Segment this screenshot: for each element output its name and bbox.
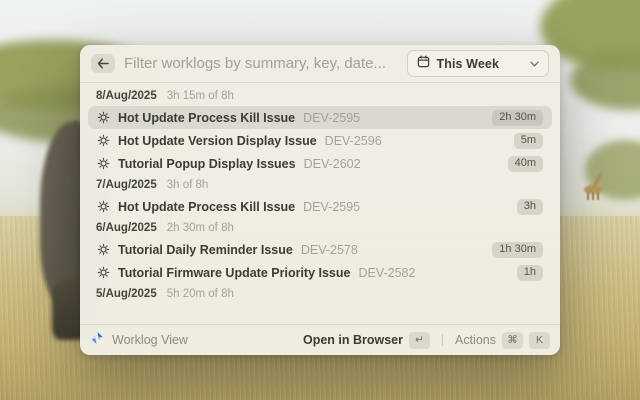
screen: This Week 8/Aug/2025 3h 15m of 8h Hot Up… (0, 0, 640, 400)
section-total: 3h 15m of 8h (166, 90, 234, 102)
app-name: Worklog View (112, 333, 188, 347)
section-date: 5/Aug/2025 (96, 288, 157, 300)
issue-title: Tutorial Firmware Update Priority Issue (118, 265, 351, 280)
issue-key: DEV-2582 (358, 265, 416, 280)
bug-icon (97, 200, 110, 213)
period-dropdown[interactable]: This Week (406, 50, 549, 77)
back-button[interactable] (91, 54, 115, 73)
section-date: 6/Aug/2025 (96, 222, 157, 234)
command-key-icon: ⌘ (502, 331, 523, 349)
panel-footer: Worklog View Open in Browser ↵ Actions ⌘… (80, 324, 560, 355)
duration-badge: 1h (516, 264, 543, 281)
issue-title: Tutorial Daily Reminder Issue (118, 242, 293, 257)
section-total: 3h of 8h (166, 179, 209, 191)
worklog-row[interactable]: Hot Update Process Kill Issue DEV-2595 3… (88, 195, 552, 218)
section-header: 5/Aug/2025 5h 20m of 8h (88, 284, 552, 304)
issue-title: Tutorial Popup Display Issues (118, 156, 296, 171)
bug-icon (97, 111, 110, 124)
section-date: 7/Aug/2025 (96, 179, 157, 191)
duration-badge: 3h (516, 198, 543, 215)
bug-icon (97, 243, 110, 256)
issue-key: DEV-2602 (303, 156, 361, 171)
worklog-row[interactable]: Tutorial Popup Display Issues DEV-2602 4… (88, 152, 552, 175)
duration-badge: 40m (507, 155, 543, 172)
issue-key: DEV-2595 (303, 199, 361, 214)
worklog-row[interactable]: Hot Update Version Display Issue DEV-259… (88, 129, 552, 152)
section-header: 8/Aug/2025 3h 15m of 8h (88, 86, 552, 106)
issue-title: Hot Update Process Kill Issue (118, 199, 296, 214)
footer-divider (442, 334, 443, 346)
open-in-browser-button[interactable]: Open in Browser ↵ (302, 331, 430, 349)
issue-title: Hot Update Version Display Issue (118, 133, 317, 148)
actions-button[interactable]: Actions ⌘ K (455, 331, 550, 349)
giraffe-shape (587, 192, 599, 200)
chevron-down-icon (530, 61, 539, 67)
worklog-list: 8/Aug/2025 3h 15m of 8h Hot Update Proce… (80, 83, 560, 324)
k-key-icon: K (529, 331, 550, 349)
section-total: 2h 30m of 8h (166, 222, 234, 234)
panel-header: This Week (80, 45, 560, 83)
duration-badge: 1h 30m (492, 241, 543, 258)
bug-icon (97, 134, 110, 147)
section-total: 5h 20m of 8h (166, 288, 234, 300)
worklog-panel: This Week 8/Aug/2025 3h 15m of 8h Hot Up… (80, 45, 560, 355)
actions-label: Actions (455, 333, 496, 347)
duration-badge: 5m (513, 132, 543, 149)
jira-icon (90, 331, 104, 350)
search-input[interactable] (124, 55, 398, 72)
section-header: 6/Aug/2025 2h 30m of 8h (88, 218, 552, 238)
issue-key: DEV-2595 (303, 110, 361, 125)
issue-title: Hot Update Process Kill Issue (118, 110, 296, 125)
worklog-row[interactable]: Tutorial Firmware Update Priority Issue … (88, 261, 552, 284)
issue-key: DEV-2578 (300, 242, 358, 257)
arrow-left-icon (97, 58, 109, 69)
section-header: 7/Aug/2025 3h of 8h (88, 175, 552, 195)
bug-icon (97, 266, 110, 279)
issue-key: DEV-2596 (324, 133, 382, 148)
bug-icon (97, 157, 110, 170)
enter-key-icon: ↵ (409, 331, 430, 349)
section-date: 8/Aug/2025 (96, 90, 157, 102)
open-in-browser-label: Open in Browser (302, 333, 403, 347)
worklog-row[interactable]: Hot Update Process Kill Issue DEV-2595 2… (88, 106, 552, 129)
calendar-icon (417, 55, 430, 73)
worklog-row[interactable]: Tutorial Daily Reminder Issue DEV-2578 1… (88, 238, 552, 261)
duration-badge: 2h 30m (492, 109, 543, 126)
period-dropdown-label: This Week (436, 56, 499, 71)
